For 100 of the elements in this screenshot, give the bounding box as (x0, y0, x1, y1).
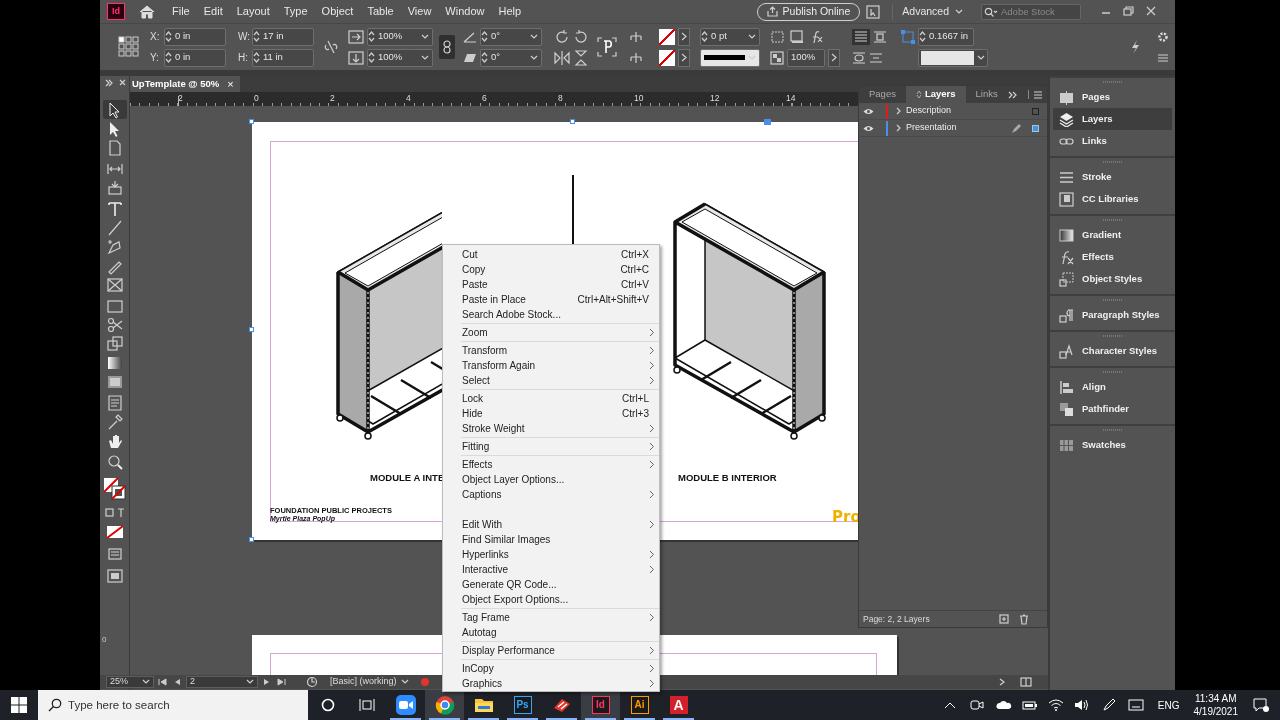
wifi-icon[interactable] (1047, 699, 1064, 711)
context-menu-item[interactable]: Lock Ctrl+L (443, 391, 659, 406)
wrap-jump-icon[interactable] (869, 51, 883, 64)
cloud-icon[interactable] (995, 700, 1012, 710)
context-menu-item[interactable]: Paste in Place Ctrl+Alt+Shift+V (443, 292, 659, 307)
page-field[interactable]: 2 (186, 676, 258, 688)
meet-icon[interactable] (969, 698, 984, 712)
context-menu-item[interactable]: Graphics (443, 676, 659, 691)
unlink-icon[interactable] (324, 39, 338, 55)
taskbar-search-field[interactable]: Type here to search (38, 690, 308, 720)
select-container-icon[interactable] (627, 29, 645, 44)
panel-grip[interactable] (1050, 214, 1175, 224)
context-menu-item[interactable]: Cut Ctrl+X (443, 247, 659, 262)
zoom-field[interactable]: 25% (106, 676, 154, 688)
menu-item[interactable]: Type (276, 3, 315, 20)
panel-grip[interactable] (1050, 366, 1175, 376)
dock-panel-item[interactable]: Align (1053, 376, 1172, 398)
eye-icon[interactable] (862, 124, 874, 132)
menu-item[interactable]: Help (491, 3, 529, 20)
menu-item[interactable]: Object (314, 3, 361, 20)
height-field[interactable]: 11 in (252, 48, 314, 67)
dock-panel-item[interactable]: Swatches (1053, 434, 1172, 456)
taskbar-app[interactable]: A (659, 690, 698, 720)
panel-grip[interactable] (1050, 76, 1175, 86)
constrain-button[interactable] (439, 35, 455, 59)
context-menu-item[interactable]: Captions (443, 487, 659, 502)
preflight-icon[interactable] (306, 676, 318, 688)
context-menu-item[interactable]: Display Performance (443, 643, 659, 658)
menu-item[interactable]: Edit (196, 3, 230, 20)
stroke-type-dropdown[interactable] (700, 48, 760, 67)
preflight-status-dot[interactable] (420, 678, 429, 686)
context-menu-item[interactable]: Object Export Options... (443, 592, 659, 607)
menu-item[interactable]: Window (438, 3, 492, 20)
opacity-menu-button[interactable] (828, 48, 840, 67)
wrap-none-button[interactable] (852, 28, 870, 45)
panel-grip[interactable] (1050, 424, 1175, 434)
shear-field[interactable]: 0° (480, 48, 542, 67)
layer-row[interactable]: Presentation (859, 120, 1047, 137)
last-page-icon[interactable] (276, 678, 286, 686)
home-icon[interactable] (139, 4, 155, 19)
share-screen-icon[interactable] (866, 4, 881, 19)
dock-panel-item[interactable]: Stroke (1053, 166, 1172, 188)
dock-panel-item[interactable]: Paragraph Styles (1053, 304, 1172, 326)
menu-icon[interactable] (1157, 52, 1169, 63)
reference-point-icon[interactable] (118, 36, 140, 58)
preflight-profile[interactable]: [Basic] (working) (330, 675, 397, 689)
panel-tab[interactable]: Layers (905, 86, 966, 103)
panel-grip[interactable] (1050, 156, 1175, 166)
dock-panel-item[interactable]: Pathfinder (1053, 398, 1172, 420)
wrap-object-icon[interactable] (852, 51, 866, 64)
workspace-switcher[interactable]: Advanced (902, 3, 971, 20)
context-menu-item[interactable]: Interactive (443, 562, 659, 577)
flip-horizontal-icon[interactable] (554, 49, 570, 66)
split-view-icon[interactable] (1020, 677, 1032, 687)
context-menu-item[interactable]: Copy Ctrl+C (443, 262, 659, 277)
fill-menu-button[interactable] (678, 27, 690, 46)
context-menu-item[interactable]: Hyperlinks (443, 547, 659, 562)
opacity-field[interactable]: 100% (787, 48, 825, 67)
scroll-right-icon[interactable] (998, 678, 1006, 686)
close-tab-button[interactable]: × (227, 75, 234, 93)
context-menu-item[interactable]: Paste Ctrl+V (443, 277, 659, 292)
dock-panel-item[interactable]: Character Styles (1053, 340, 1172, 362)
view-mode-icon[interactable] (106, 547, 123, 561)
dock-panel-item[interactable]: CC Libraries (1053, 188, 1172, 210)
battery-icon[interactable] (1021, 700, 1038, 710)
frame-fitting-dropdown[interactable] (918, 48, 988, 67)
screen-mode-icon[interactable] (106, 569, 123, 583)
context-menu-item[interactable]: Generate QR Code... (443, 577, 659, 592)
scale-y-field[interactable]: 100% (367, 48, 433, 67)
x-field[interactable]: 0 in (164, 27, 226, 46)
context-menu-item[interactable]: Fitting (443, 439, 659, 454)
notifications-icon[interactable] (1252, 697, 1270, 713)
panel-tab[interactable]: Pages (859, 86, 906, 103)
flip-vertical-icon[interactable] (573, 49, 589, 66)
rotate-ccw-icon[interactable] (573, 28, 589, 45)
taskbar-app[interactable] (425, 690, 464, 720)
context-menu-item[interactable]: Transform Again (443, 358, 659, 373)
frame-offset-field[interactable]: 0.1667 in (918, 27, 974, 46)
context-menu-item[interactable]: Edit With (443, 517, 659, 532)
context-menu-item[interactable]: Search Adobe Stock... (443, 307, 659, 322)
delete-icon[interactable] (1019, 613, 1029, 625)
menu-item[interactable]: Table (360, 3, 401, 20)
context-menu-item[interactable]: Tag Frame (443, 610, 659, 625)
eye-icon[interactable] (862, 107, 874, 115)
y-field[interactable]: 0 in (164, 48, 226, 67)
rotation-field[interactable]: 0° (480, 27, 542, 46)
dock-panel-item[interactable]: Layers (1053, 108, 1172, 130)
fill-swatch[interactable] (659, 28, 675, 45)
document-tab[interactable]: UpTemplate @ 50% × (130, 76, 240, 92)
context-menu-item[interactable]: Find Similar Images (443, 532, 659, 547)
context-menu-item[interactable]: Zoom (443, 325, 659, 340)
context-menu-item[interactable]: Object Layer Options... (443, 472, 659, 487)
context-menu-item[interactable]: Autotag (443, 625, 659, 640)
lightning-icon[interactable] (1129, 39, 1141, 55)
shadow-icon[interactable] (789, 29, 805, 44)
language-indicator[interactable]: ENG (1157, 697, 1180, 713)
stroke-weight-field[interactable]: 0 pt (700, 27, 760, 46)
selection-handle[interactable] (249, 119, 254, 124)
panel-tab[interactable]: Links (965, 86, 1008, 103)
menu-item[interactable]: File (165, 3, 197, 20)
